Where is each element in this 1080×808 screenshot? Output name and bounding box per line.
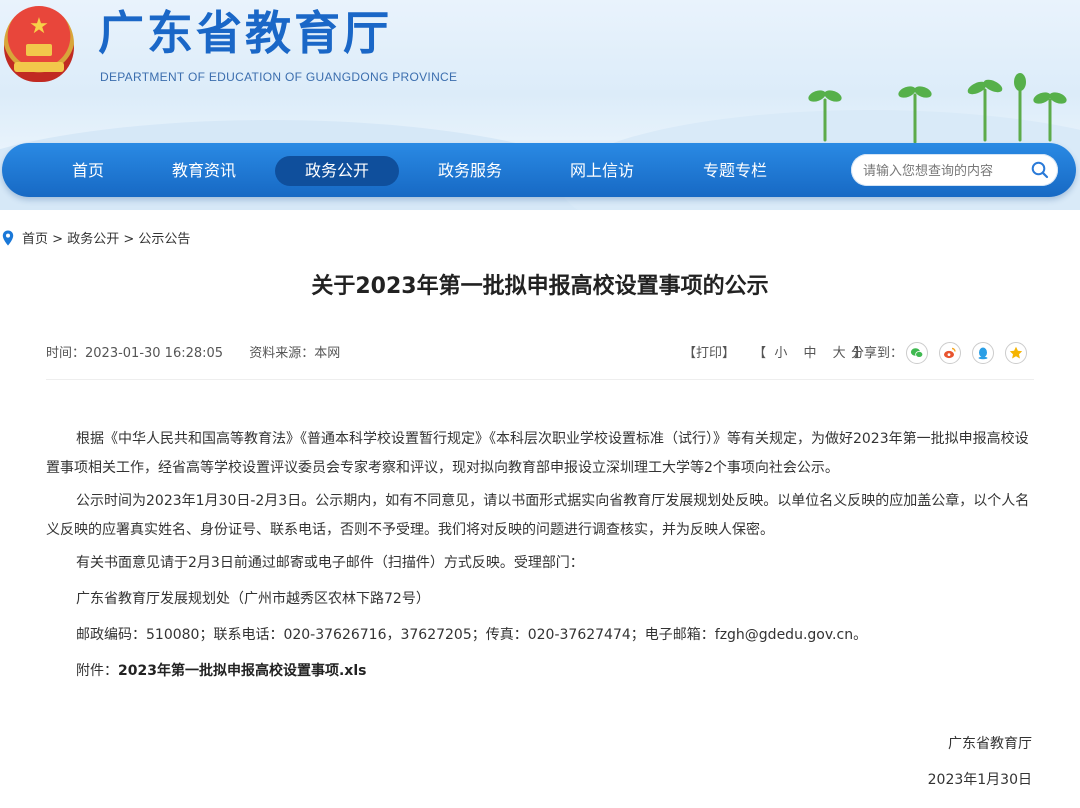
publish-time: 时间：2023-01-30 16:28:05 [46, 346, 224, 361]
nav-item-online-petition[interactable]: 网上信访 [540, 156, 664, 186]
body-paragraph: 有关书面意见请于2月3日前通过邮寄或电子邮件（扫描件）方式反映。受理部门： [76, 555, 584, 571]
weibo-icon [944, 347, 956, 359]
qq-icon [978, 347, 988, 360]
nav-item-education-news[interactable]: 教育资讯 [142, 156, 266, 186]
site-subtitle: DEPARTMENT OF EDUCATION OF GUANGDONG PRO… [100, 70, 458, 84]
share-wechat-button[interactable] [906, 342, 928, 364]
attachment-link[interactable]: 2023年第一批拟申报高校设置事项.xls [118, 663, 366, 679]
meta-divider [46, 379, 1034, 380]
wechat-icon [910, 348, 924, 358]
nav-item-government-services[interactable]: 政务服务 [408, 156, 532, 186]
qzone-icon [1009, 346, 1023, 359]
location-pin-icon [2, 230, 14, 246]
breadcrumb-separator: > [123, 232, 135, 247]
body-paragraph: 邮政编码：510080；联系电话：020-37626716，37627205；传… [76, 627, 868, 643]
nav-item-government-affairs[interactable]: 政务公开 [275, 156, 399, 186]
site-title[interactable]: 广东省教育厅 [98, 2, 392, 64]
nav-item-home[interactable]: 首页 [26, 156, 150, 186]
national-emblem-logo[interactable]: ★ [4, 6, 74, 82]
body-paragraph: 广东省教育厅发展规划处（广州市越秀区农林下路72号） [76, 591, 430, 607]
signature-date: 2023年1月30日 [927, 772, 1032, 788]
breadcrumb: 首页 > 政务公开 > 公示公告 [2, 230, 190, 250]
breadcrumb-government-affairs[interactable]: 政务公开 [67, 232, 119, 247]
search-icon[interactable] [1031, 161, 1049, 179]
font-size-medium-button[interactable]: 中 [803, 346, 816, 361]
share-weibo-button[interactable] [939, 342, 961, 364]
article-tools: 【打印】 【 小 中 大 】 [683, 344, 867, 364]
body-paragraph: 根据《中华人民共和国高等教育法》《普通本科学校设置暂行规定》《本科层次职业学校设… [46, 431, 1029, 476]
article-title: 关于2023年第一批拟申报高校设置事项的公示 [311, 274, 769, 299]
signature: 广东省教育厅 [948, 736, 1032, 752]
attachment-label: 附件： [76, 663, 118, 679]
nav-item-special-topics[interactable]: 专题专栏 [673, 156, 797, 186]
breadcrumb-home[interactable]: 首页 [22, 232, 48, 247]
search-input[interactable] [861, 154, 1025, 188]
attachment-line: 附件：2023年第一批拟申报高校设置事项.xls [46, 657, 1034, 686]
breadcrumb-separator: > [52, 232, 64, 247]
search-box [851, 154, 1058, 188]
share-qzone-button[interactable] [1005, 342, 1027, 364]
share-qq-button[interactable] [972, 342, 994, 364]
article-meta: 时间：2023-01-30 16:28:05 资料来源：本网 [46, 344, 340, 364]
font-size-bracket-open: 【 [753, 346, 767, 361]
breadcrumb-announcements[interactable]: 公示公告 [138, 232, 190, 247]
share-label: 分享到： [851, 346, 904, 361]
font-size-large-button[interactable]: 大 [833, 346, 846, 361]
print-button[interactable]: 【打印】 [683, 346, 735, 361]
body-paragraph: 公示时间为2023年1月30日-2月3日。公示期内，如有不同意见，请以书面形式据… [46, 493, 1030, 538]
article-source: 资料来源：本网 [249, 346, 341, 361]
font-size-small-button[interactable]: 小 [774, 346, 787, 361]
